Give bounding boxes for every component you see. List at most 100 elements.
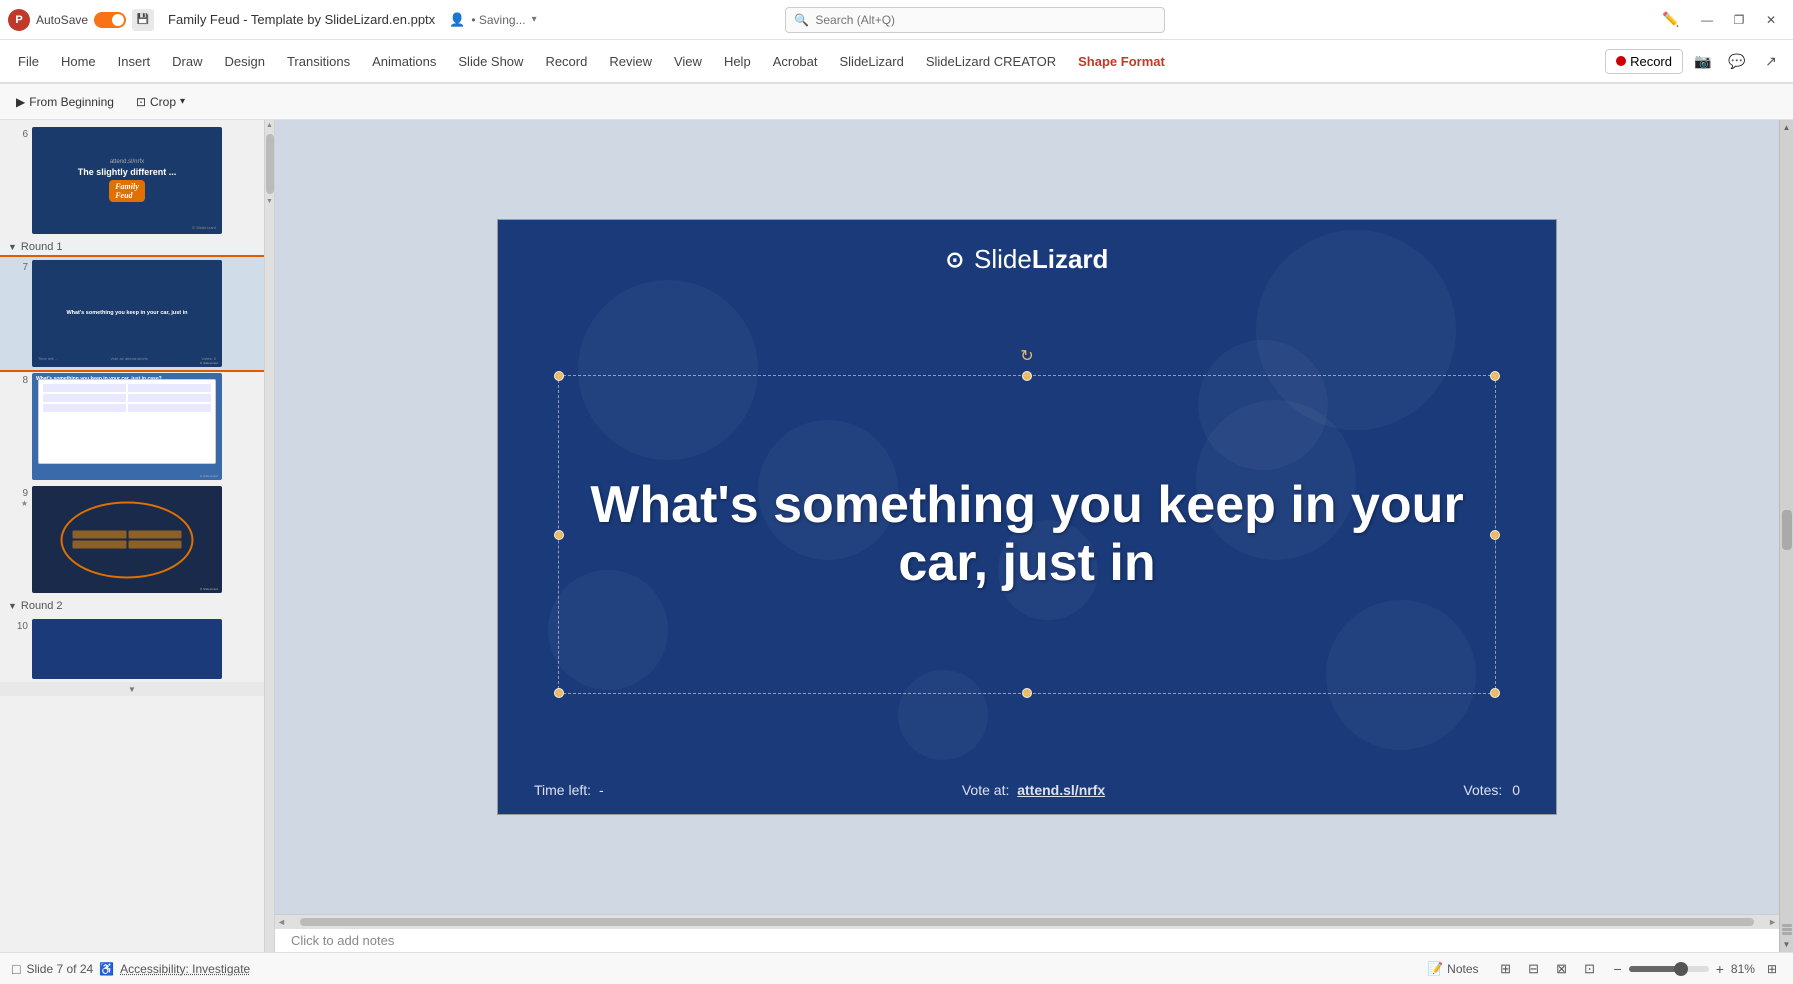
panel-scrollbar[interactable]: ▲ ▼ [265, 120, 275, 952]
scroll-down-btn[interactable]: ▼ [0, 682, 264, 696]
votes-info: Votes: 0 [1463, 782, 1520, 798]
tab-shape-format[interactable]: Shape Format [1068, 50, 1175, 73]
canvas-right-scrollbar[interactable]: ▲ ▼ [1779, 120, 1793, 952]
tab-view[interactable]: View [664, 50, 712, 73]
handle-mr[interactable] [1490, 530, 1500, 540]
pen-icon[interactable]: ✏️ [1657, 6, 1685, 34]
camera-icon[interactable]: 📷 [1689, 47, 1717, 75]
slide-main-text: What's something you keep in your car, j… [559, 477, 1495, 591]
slide-page-icon: □ [12, 961, 20, 977]
record-button-label: Record [1630, 54, 1672, 69]
zoom-in-btn[interactable]: + [1713, 961, 1727, 977]
record-dot-icon [1616, 56, 1626, 66]
slide-text-box[interactable]: ↻ What's something you keep in your car,… [558, 375, 1496, 694]
close-button[interactable]: ✕ [1757, 6, 1785, 34]
presentation-btn[interactable]: ⊡ [1577, 956, 1603, 982]
scroll-left-arrow[interactable]: ◄ [277, 917, 286, 927]
tab-file[interactable]: File [8, 50, 49, 73]
time-left-label: Time left: - [534, 782, 604, 798]
slide-number-7: 7 [10, 260, 28, 273]
autosave-toggle[interactable] [94, 12, 126, 28]
tab-home[interactable]: Home [51, 50, 106, 73]
record-button[interactable]: Record [1605, 49, 1683, 74]
accessibility-label[interactable]: Accessibility: Investigate [120, 962, 250, 976]
scroll-down-arrow[interactable]: ▼ [266, 198, 274, 206]
from-beginning-button[interactable]: ▶ From Beginning [8, 92, 122, 112]
zoom-slider[interactable] [1629, 966, 1709, 972]
handle-tm[interactable] [1022, 371, 1032, 381]
tab-help[interactable]: Help [714, 50, 761, 73]
zoom-thumb[interactable] [1674, 962, 1688, 976]
tab-insert[interactable]: Insert [108, 50, 161, 73]
slide-item-7[interactable]: 7 What's something you keep in your car,… [0, 257, 264, 370]
tab-slidelizard-creator[interactable]: SlideLizard CREATOR [916, 50, 1066, 73]
zoom-out-btn[interactable]: − [1611, 961, 1625, 977]
search-input[interactable] [815, 13, 1156, 27]
tab-transitions[interactable]: Transitions [277, 50, 360, 73]
crop-button[interactable]: ⊡ Crop ▾ [128, 92, 193, 112]
handle-ml[interactable] [554, 530, 564, 540]
file-title: Family Feud - Template by SlideLizard.en… [168, 12, 435, 27]
fit-slide-btn[interactable]: ⊞ [1763, 962, 1781, 976]
logo-light: Slide [974, 244, 1032, 274]
reading-view-btn[interactable]: ⊠ [1549, 956, 1575, 982]
scroll-right-arrow[interactable]: ► [1768, 917, 1777, 927]
handle-bl[interactable] [554, 688, 564, 698]
slide-panel: 6 attend.sl/nrfx The slightly different … [0, 120, 265, 952]
slide-item-6[interactable]: 6 attend.sl/nrfx The slightly different … [0, 124, 264, 237]
tab-slidelizard[interactable]: SlideLizard [830, 50, 914, 73]
scroll-up-arrow[interactable]: ▲ [266, 122, 274, 130]
logo-text: SlideLizard [974, 244, 1108, 275]
comment-icon[interactable]: 💬 [1723, 47, 1751, 75]
file-save-icon[interactable]: 💾 [132, 9, 154, 31]
scroll-zoom-mid[interactable] [1782, 928, 1792, 931]
slide-thumb-9: ⊙ SlideLizard [32, 486, 222, 593]
section-round1[interactable]: ▼ Round 1 [0, 237, 264, 257]
slide-canvas[interactable]: ⊙ SlideLizard ↻ [497, 219, 1557, 815]
restore-button[interactable]: ❐ [1725, 6, 1753, 34]
slide-thumb-10 [32, 619, 222, 679]
votes-value: 0 [1512, 782, 1520, 798]
notes-placeholder[interactable]: Click to add notes [275, 928, 1779, 952]
normal-view-btn[interactable]: ⊞ [1493, 956, 1519, 982]
notes-button[interactable]: 📝 Notes [1421, 959, 1485, 979]
tab-acrobat[interactable]: Acrobat [763, 50, 828, 73]
search-bar[interactable]: 🔍 [785, 7, 1165, 33]
slide-item-10[interactable]: 10 [0, 616, 264, 682]
crop-dropdown-icon[interactable]: ▾ [180, 96, 185, 107]
time-left-value: - [599, 782, 604, 798]
tab-record[interactable]: Record [535, 50, 597, 73]
handle-br[interactable] [1490, 688, 1500, 698]
slide-info: Slide 7 of 24 [26, 962, 93, 976]
minimize-button[interactable]: — [1693, 6, 1721, 34]
rotate-handle[interactable]: ↻ [1020, 346, 1033, 366]
slide-item-8[interactable]: 8 What's something you keep in your car,… [0, 370, 264, 483]
section-round2[interactable]: ▼ Round 2 [0, 596, 264, 616]
tab-design[interactable]: Design [215, 50, 275, 73]
tab-review[interactable]: Review [599, 50, 662, 73]
slide-scroll-area[interactable]: ⊙ SlideLizard ↻ [275, 120, 1779, 914]
logo-bold: Lizard [1032, 244, 1109, 274]
main-content: 6 attend.sl/nrfx The slightly different … [0, 120, 1793, 952]
handle-tr[interactable] [1490, 371, 1500, 381]
saving-chevron[interactable]: ▾ [532, 14, 537, 25]
scroll-zoom-out[interactable] [1782, 932, 1792, 935]
ribbon: File Home Insert Draw Design Transitions… [0, 40, 1793, 84]
status-bar: □ Slide 7 of 24 ♿ Accessibility: Investi… [0, 952, 1793, 984]
canvas-scrollbar-h[interactable]: ◄ ► [275, 914, 1779, 928]
notes-icon: 📝 [1427, 961, 1443, 977]
handle-bm[interactable] [1022, 688, 1032, 698]
slide-sorter-btn[interactable]: ⊟ [1521, 956, 1547, 982]
slide-number-8: 8 [10, 373, 28, 386]
scroll-up-right[interactable]: ▲ [1780, 120, 1793, 135]
tab-animations[interactable]: Animations [362, 50, 446, 73]
tab-draw[interactable]: Draw [162, 50, 212, 73]
vote-url: attend.sl/nrfx [1017, 782, 1105, 798]
tab-slideshow[interactable]: Slide Show [448, 50, 533, 73]
handle-tl[interactable] [554, 371, 564, 381]
share-icon[interactable]: ↗ [1757, 47, 1785, 75]
search-icon: 🔍 [794, 13, 809, 27]
scroll-zoom-in[interactable] [1782, 924, 1792, 927]
slide-item-9[interactable]: 9 ★ ⊙ SlideLizard [0, 483, 264, 596]
scroll-down-right[interactable]: ▼ [1780, 937, 1793, 952]
